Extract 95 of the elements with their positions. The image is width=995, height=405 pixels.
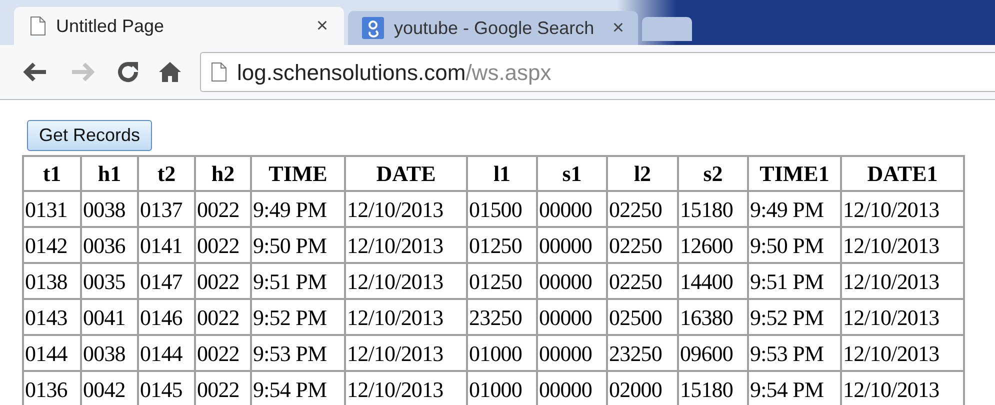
table-cell: 09600 — [678, 335, 748, 371]
table-cell: 0145 — [138, 371, 195, 405]
table-cell: 01500 — [467, 191, 537, 227]
back-icon[interactable] — [22, 61, 48, 83]
table-cell: 0022 — [195, 263, 251, 299]
table-cell: 0147 — [138, 263, 195, 299]
table-cell: 00000 — [537, 299, 607, 335]
table-cell: 0022 — [195, 299, 251, 335]
table-cell: 9:51 PM — [251, 263, 345, 299]
column-header: s2 — [678, 156, 748, 191]
table-cell: 0038 — [81, 335, 138, 371]
table-cell: 0131 — [23, 191, 81, 227]
table-cell: 0136 — [23, 371, 81, 405]
tab-title: youtube - Google Search — [394, 16, 596, 40]
table-cell: 00000 — [537, 227, 607, 263]
table-cell: 0042 — [81, 371, 138, 405]
table-cell: 9:53 PM — [251, 335, 345, 371]
table-cell: 0022 — [195, 227, 251, 263]
table-cell: 12/10/2013 — [841, 299, 964, 335]
table-cell: 01250 — [467, 263, 537, 299]
column-header: TIME1 — [748, 156, 841, 191]
table-cell: 15180 — [678, 191, 748, 227]
table-cell: 02500 — [607, 299, 678, 335]
table-cell: 9:51 PM — [748, 263, 841, 299]
table-cell: 12600 — [678, 227, 748, 263]
table-cell: 9:54 PM — [748, 371, 841, 405]
table-cell: 9:49 PM — [251, 191, 345, 227]
table-cell: 0041 — [81, 299, 138, 335]
column-header: DATE — [345, 156, 467, 191]
reload-icon[interactable] — [116, 60, 140, 84]
table-cell: 9:50 PM — [251, 227, 345, 263]
column-header: t1 — [23, 156, 81, 191]
tab-close-button[interactable]: × — [316, 11, 328, 41]
table-cell: 12/10/2013 — [841, 227, 964, 263]
table-cell: 12/10/2013 — [345, 227, 467, 263]
column-header: l2 — [607, 156, 678, 191]
table-cell: 02000 — [607, 371, 678, 405]
table-cell: 14400 — [678, 263, 748, 299]
column-header: t2 — [138, 156, 195, 191]
table-cell: 0138 — [23, 263, 81, 299]
column-header: DATE1 — [841, 156, 964, 191]
tab-title: Untitled Page — [56, 14, 166, 38]
table-cell: 0144 — [23, 335, 81, 371]
page-icon — [30, 16, 46, 36]
url-text: log.schensolutions.com/ws.aspx — [237, 58, 552, 87]
table-cell: 9:52 PM — [251, 299, 345, 335]
table-cell: 9:50 PM — [748, 227, 841, 263]
table-cell: 01250 — [467, 227, 537, 263]
table-cell: 12/10/2013 — [345, 335, 467, 371]
column-header: TIME — [251, 156, 345, 191]
table-cell: 02250 — [607, 227, 678, 263]
table-cell: 0022 — [195, 335, 251, 371]
table-cell: 02250 — [607, 263, 678, 299]
column-header: s1 — [537, 156, 607, 191]
table-cell: 23250 — [467, 299, 537, 335]
home-icon[interactable] — [158, 60, 182, 84]
table-cell: 0143 — [23, 299, 81, 335]
table-cell: 00000 — [537, 191, 607, 227]
tab-close-button[interactable]: × — [612, 13, 624, 43]
table-cell: 0137 — [138, 191, 195, 227]
table-cell: 12/10/2013 — [841, 263, 964, 299]
table-cell: 9:52 PM — [748, 299, 841, 335]
table-cell: 9:49 PM — [748, 191, 841, 227]
table-cell: 12/10/2013 — [841, 335, 964, 371]
address-bar[interactable]: log.schensolutions.com/ws.aspx — [200, 52, 995, 92]
browser-tab[interactable]: youtube - Google Search × — [348, 11, 638, 45]
table-cell: 0146 — [138, 299, 195, 335]
table-cell: 9:54 PM — [251, 371, 345, 405]
table-cell: 12/10/2013 — [345, 191, 467, 227]
table-cell: 9:53 PM — [748, 335, 841, 371]
table-cell: 0036 — [81, 227, 138, 263]
table-cell: 01000 — [467, 371, 537, 405]
table-cell: 01000 — [467, 335, 537, 371]
table-cell: 12/10/2013 — [841, 191, 964, 227]
table-cell: 0022 — [195, 371, 251, 405]
table-cell: 0142 — [23, 227, 81, 263]
column-header: l1 — [467, 156, 537, 191]
table-cell: 16380 — [678, 299, 748, 335]
table-cell: 00000 — [537, 335, 607, 371]
table-cell: 0144 — [138, 335, 195, 371]
table-cell: 0035 — [81, 263, 138, 299]
get-records-button[interactable]: Get Records — [27, 120, 152, 151]
table-cell: 02250 — [607, 191, 678, 227]
table-cell: 12/10/2013 — [345, 263, 467, 299]
page-icon — [211, 62, 227, 82]
table-cell: 0022 — [195, 191, 251, 227]
browser-tab[interactable]: Untitled Page × — [14, 7, 344, 45]
table-cell: 00000 — [537, 371, 607, 405]
table-cell: 00000 — [537, 263, 607, 299]
table-cell: 0141 — [138, 227, 195, 263]
column-header: h1 — [81, 156, 138, 191]
column-header: h2 — [195, 156, 251, 191]
table-cell: 0038 — [81, 191, 138, 227]
table-cell: 12/10/2013 — [345, 299, 467, 335]
table-cell: 23250 — [607, 335, 678, 371]
